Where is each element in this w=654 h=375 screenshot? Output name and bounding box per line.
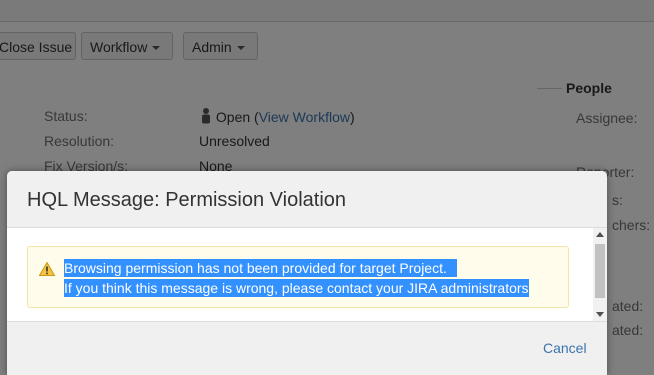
message-line-2: If you think this message is wrong, plea… <box>64 279 529 297</box>
dialog-footer: Cancel <box>7 321 607 375</box>
scroll-up-arrow-icon[interactable] <box>596 232 604 237</box>
dialog-header: HQL Message: Permission Violation <box>7 171 607 228</box>
dialog-scrollbar[interactable] <box>593 228 607 321</box>
warning-icon <box>39 262 55 276</box>
cancel-button[interactable]: Cancel <box>543 340 587 356</box>
dialog-title: HQL Message: Permission Violation <box>27 189 347 211</box>
warning-message-box: Browsing permission has not been provide… <box>27 246 569 308</box>
scrollbar-thumb[interactable] <box>595 244 605 298</box>
dialog-body: Browsing permission has not been provide… <box>7 228 593 321</box>
permission-violation-dialog: HQL Message: Permission Violation Browsi… <box>7 171 607 375</box>
message-line-1: Browsing permission has not been provide… <box>64 259 457 277</box>
scroll-down-arrow-icon[interactable] <box>596 312 604 317</box>
